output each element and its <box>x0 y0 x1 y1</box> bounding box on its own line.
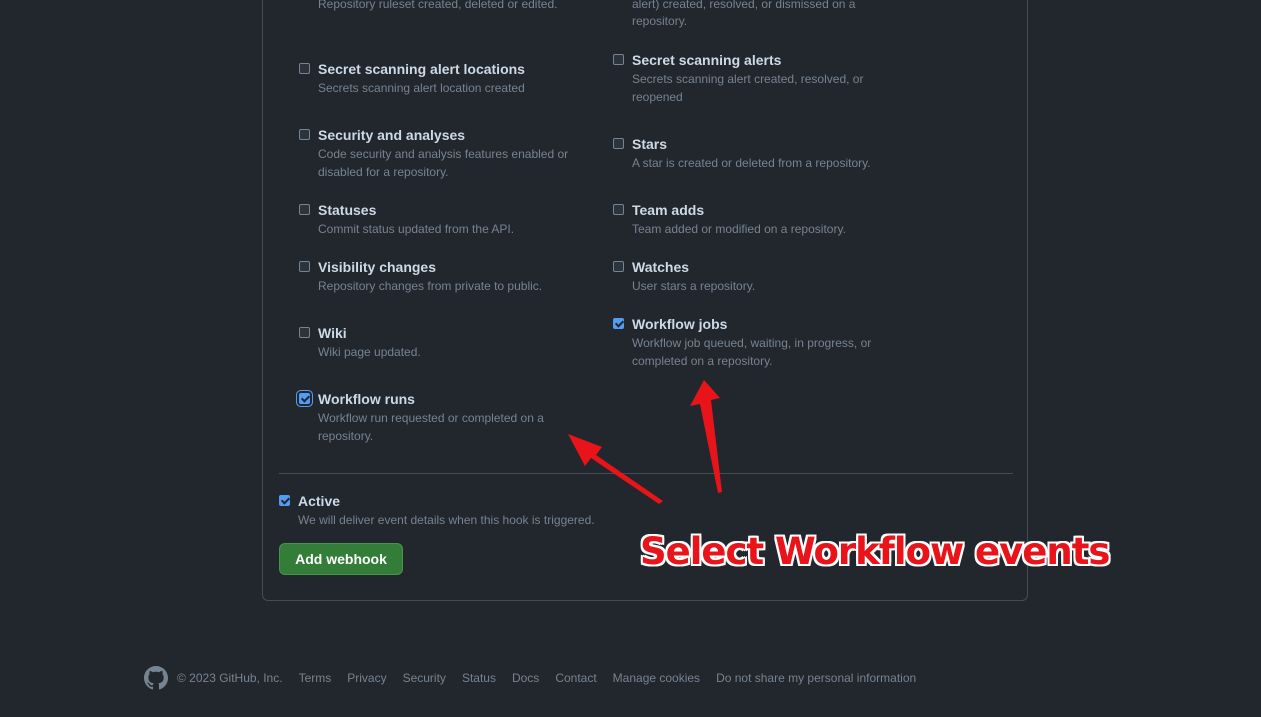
event-title: Secret scanning alerts <box>632 52 782 68</box>
active-label: Active <box>298 493 341 509</box>
event-checkbox[interactable] <box>299 327 310 338</box>
event-checkbox[interactable] <box>613 54 624 65</box>
event-checkbox[interactable] <box>299 63 310 74</box>
event-description: Commit status updated from the API. <box>318 222 515 236</box>
event-title: Wiki <box>318 325 347 341</box>
event-title: Team adds <box>632 202 705 218</box>
footer-link-privacy[interactable]: Privacy <box>347 671 386 685</box>
event-title: Workflow jobs <box>632 316 728 332</box>
event-checkbox-checked[interactable] <box>613 318 624 329</box>
cut-event-description-left: Repository ruleset created, deleted or e… <box>318 0 558 11</box>
event-description: Wiki page updated. <box>318 345 421 359</box>
footer-link-contact[interactable]: Contact <box>555 671 596 685</box>
github-logo-icon[interactable] <box>144 666 168 690</box>
event-title: Secret scanning alert locations <box>318 61 525 77</box>
event-checkbox-checked[interactable] <box>299 393 310 404</box>
event-description: Workflow run requested or completed on a… <box>318 411 544 443</box>
event-checkbox[interactable] <box>299 261 310 272</box>
footer: © 2023 GitHub, Inc. Terms Privacy Securi… <box>144 666 932 690</box>
active-description: We will deliver event details when this … <box>298 513 595 527</box>
annotation-text: Select Workflow events <box>640 530 1110 573</box>
event-checkbox[interactable] <box>613 261 624 272</box>
event-description: User stars a repository. <box>632 279 756 293</box>
event-description: Secrets scanning alert location created <box>318 81 525 95</box>
event-checkbox[interactable] <box>299 129 310 140</box>
event-description: Workflow job queued, waiting, in progres… <box>632 336 872 368</box>
event-description: Repository changes from private to publi… <box>318 279 543 293</box>
footer-link-do-not-share[interactable]: Do not share my personal information <box>716 671 916 685</box>
add-webhook-button[interactable]: Add webhook <box>279 543 403 575</box>
event-description: A star is created or deleted from a repo… <box>632 156 871 170</box>
form-divider <box>279 473 1013 474</box>
active-checkbox[interactable] <box>279 495 290 506</box>
event-title: Statuses <box>318 202 377 218</box>
footer-link-security[interactable]: Security <box>403 671 446 685</box>
footer-link-manage-cookies[interactable]: Manage cookies <box>613 671 700 685</box>
event-checkbox[interactable] <box>613 138 624 149</box>
event-description: Code security and analysis features enab… <box>318 147 569 179</box>
webhook-settings-page: Repository ruleset created, deleted or e… <box>0 0 1261 717</box>
footer-link-terms[interactable]: Terms <box>299 671 332 685</box>
footer-copyright: © 2023 GitHub, Inc. <box>177 671 283 685</box>
event-checkbox[interactable] <box>613 204 624 215</box>
event-checkbox[interactable] <box>299 204 310 215</box>
footer-link-docs[interactable]: Docs <box>512 671 539 685</box>
event-title: Watches <box>632 259 690 275</box>
footer-link-status[interactable]: Status <box>462 671 496 685</box>
cut-event-description-right-2: repository. <box>632 14 688 28</box>
event-title: Security and analyses <box>318 127 466 143</box>
event-title: Stars <box>632 136 668 152</box>
event-description: Secrets scanning alert created, resolved… <box>632 72 864 104</box>
event-title: Visibility changes <box>318 259 437 275</box>
event-title: Workflow runs <box>318 391 415 407</box>
event-description: Team added or modified on a repository. <box>632 222 846 236</box>
